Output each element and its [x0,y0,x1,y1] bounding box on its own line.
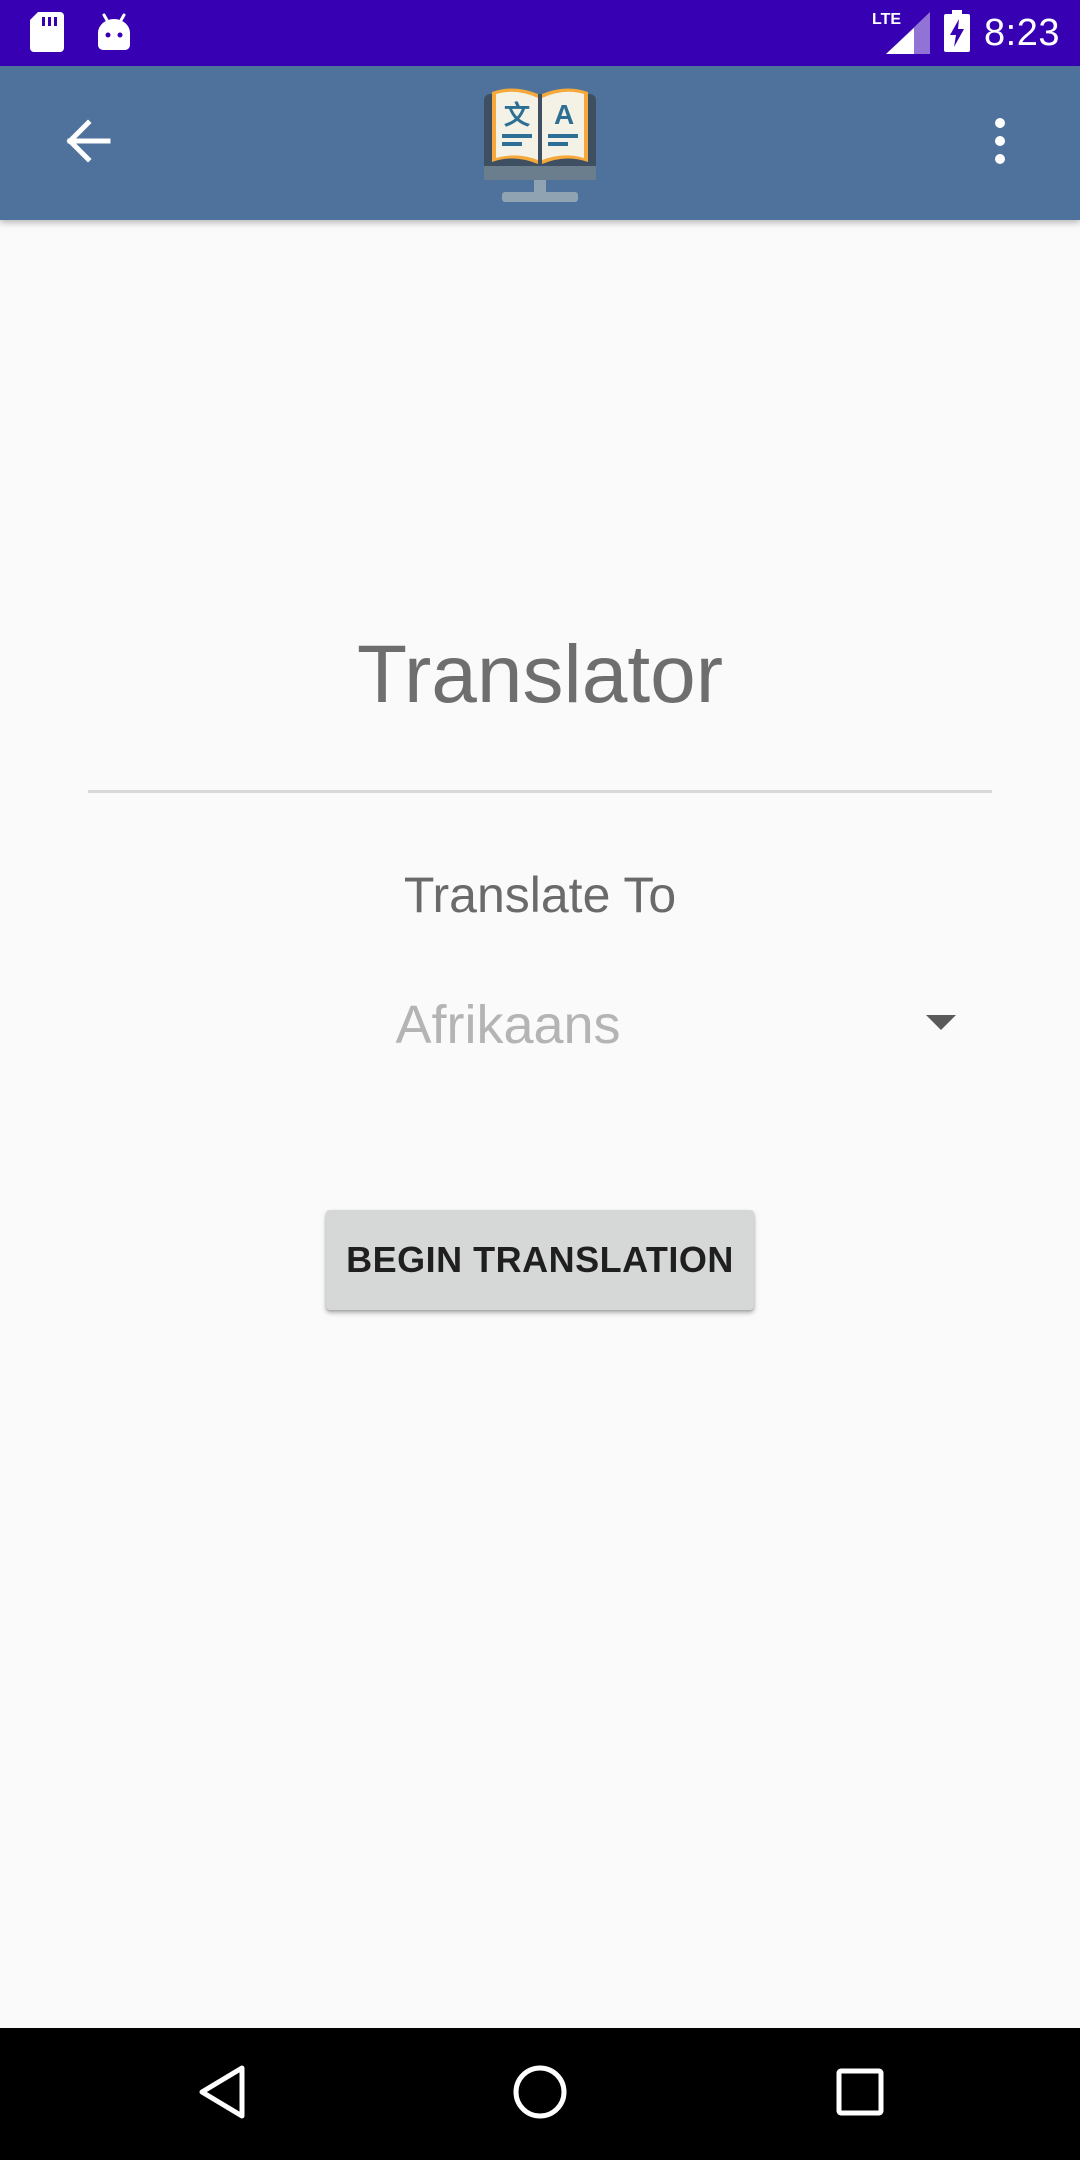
app-bar: 文 A [0,66,1080,220]
translator-book-monitor-icon: 文 A [478,80,602,206]
nav-back-icon [196,2064,248,2125]
status-bar: LTE 8:23 [0,0,1080,66]
nav-recents-icon [835,2067,885,2122]
signal-icon: LTE [872,8,931,59]
svg-text:文: 文 [504,100,531,131]
svg-text:A: A [554,99,574,130]
navigation-bar [0,2028,1080,2160]
language-select-value: Afrikaans [395,995,621,1055]
network-type-label: LTE [872,11,901,28]
status-right-icons: LTE 8:23 [872,0,1060,66]
dropdown-arrow-icon [926,1015,956,1030]
nav-recents-button[interactable] [820,2054,900,2134]
nav-back-button[interactable] [182,2054,262,2134]
nav-home-icon [512,2064,568,2125]
android-icon [96,13,132,56]
begin-translation-button[interactable]: BEGIN TRANSLATION [326,1210,754,1310]
language-select[interactable]: Afrikaans [88,985,992,1065]
more-options-button[interactable] [960,103,1040,183]
title-divider [88,790,992,793]
screen: LTE 8:23 文 A Translator Translate To Afr… [0,0,1080,2160]
sd-card-icon [30,11,64,57]
battery-charging-icon [944,9,971,57]
status-left-icons [30,11,132,57]
page-title: Translator [356,629,724,720]
arrow-back-icon [64,117,112,170]
status-time: 8:23 [984,11,1060,54]
translate-to-label: Translate To [403,867,677,923]
more-vert-icon [992,117,1008,170]
nav-home-button[interactable] [500,2054,580,2134]
back-button[interactable] [48,103,128,183]
